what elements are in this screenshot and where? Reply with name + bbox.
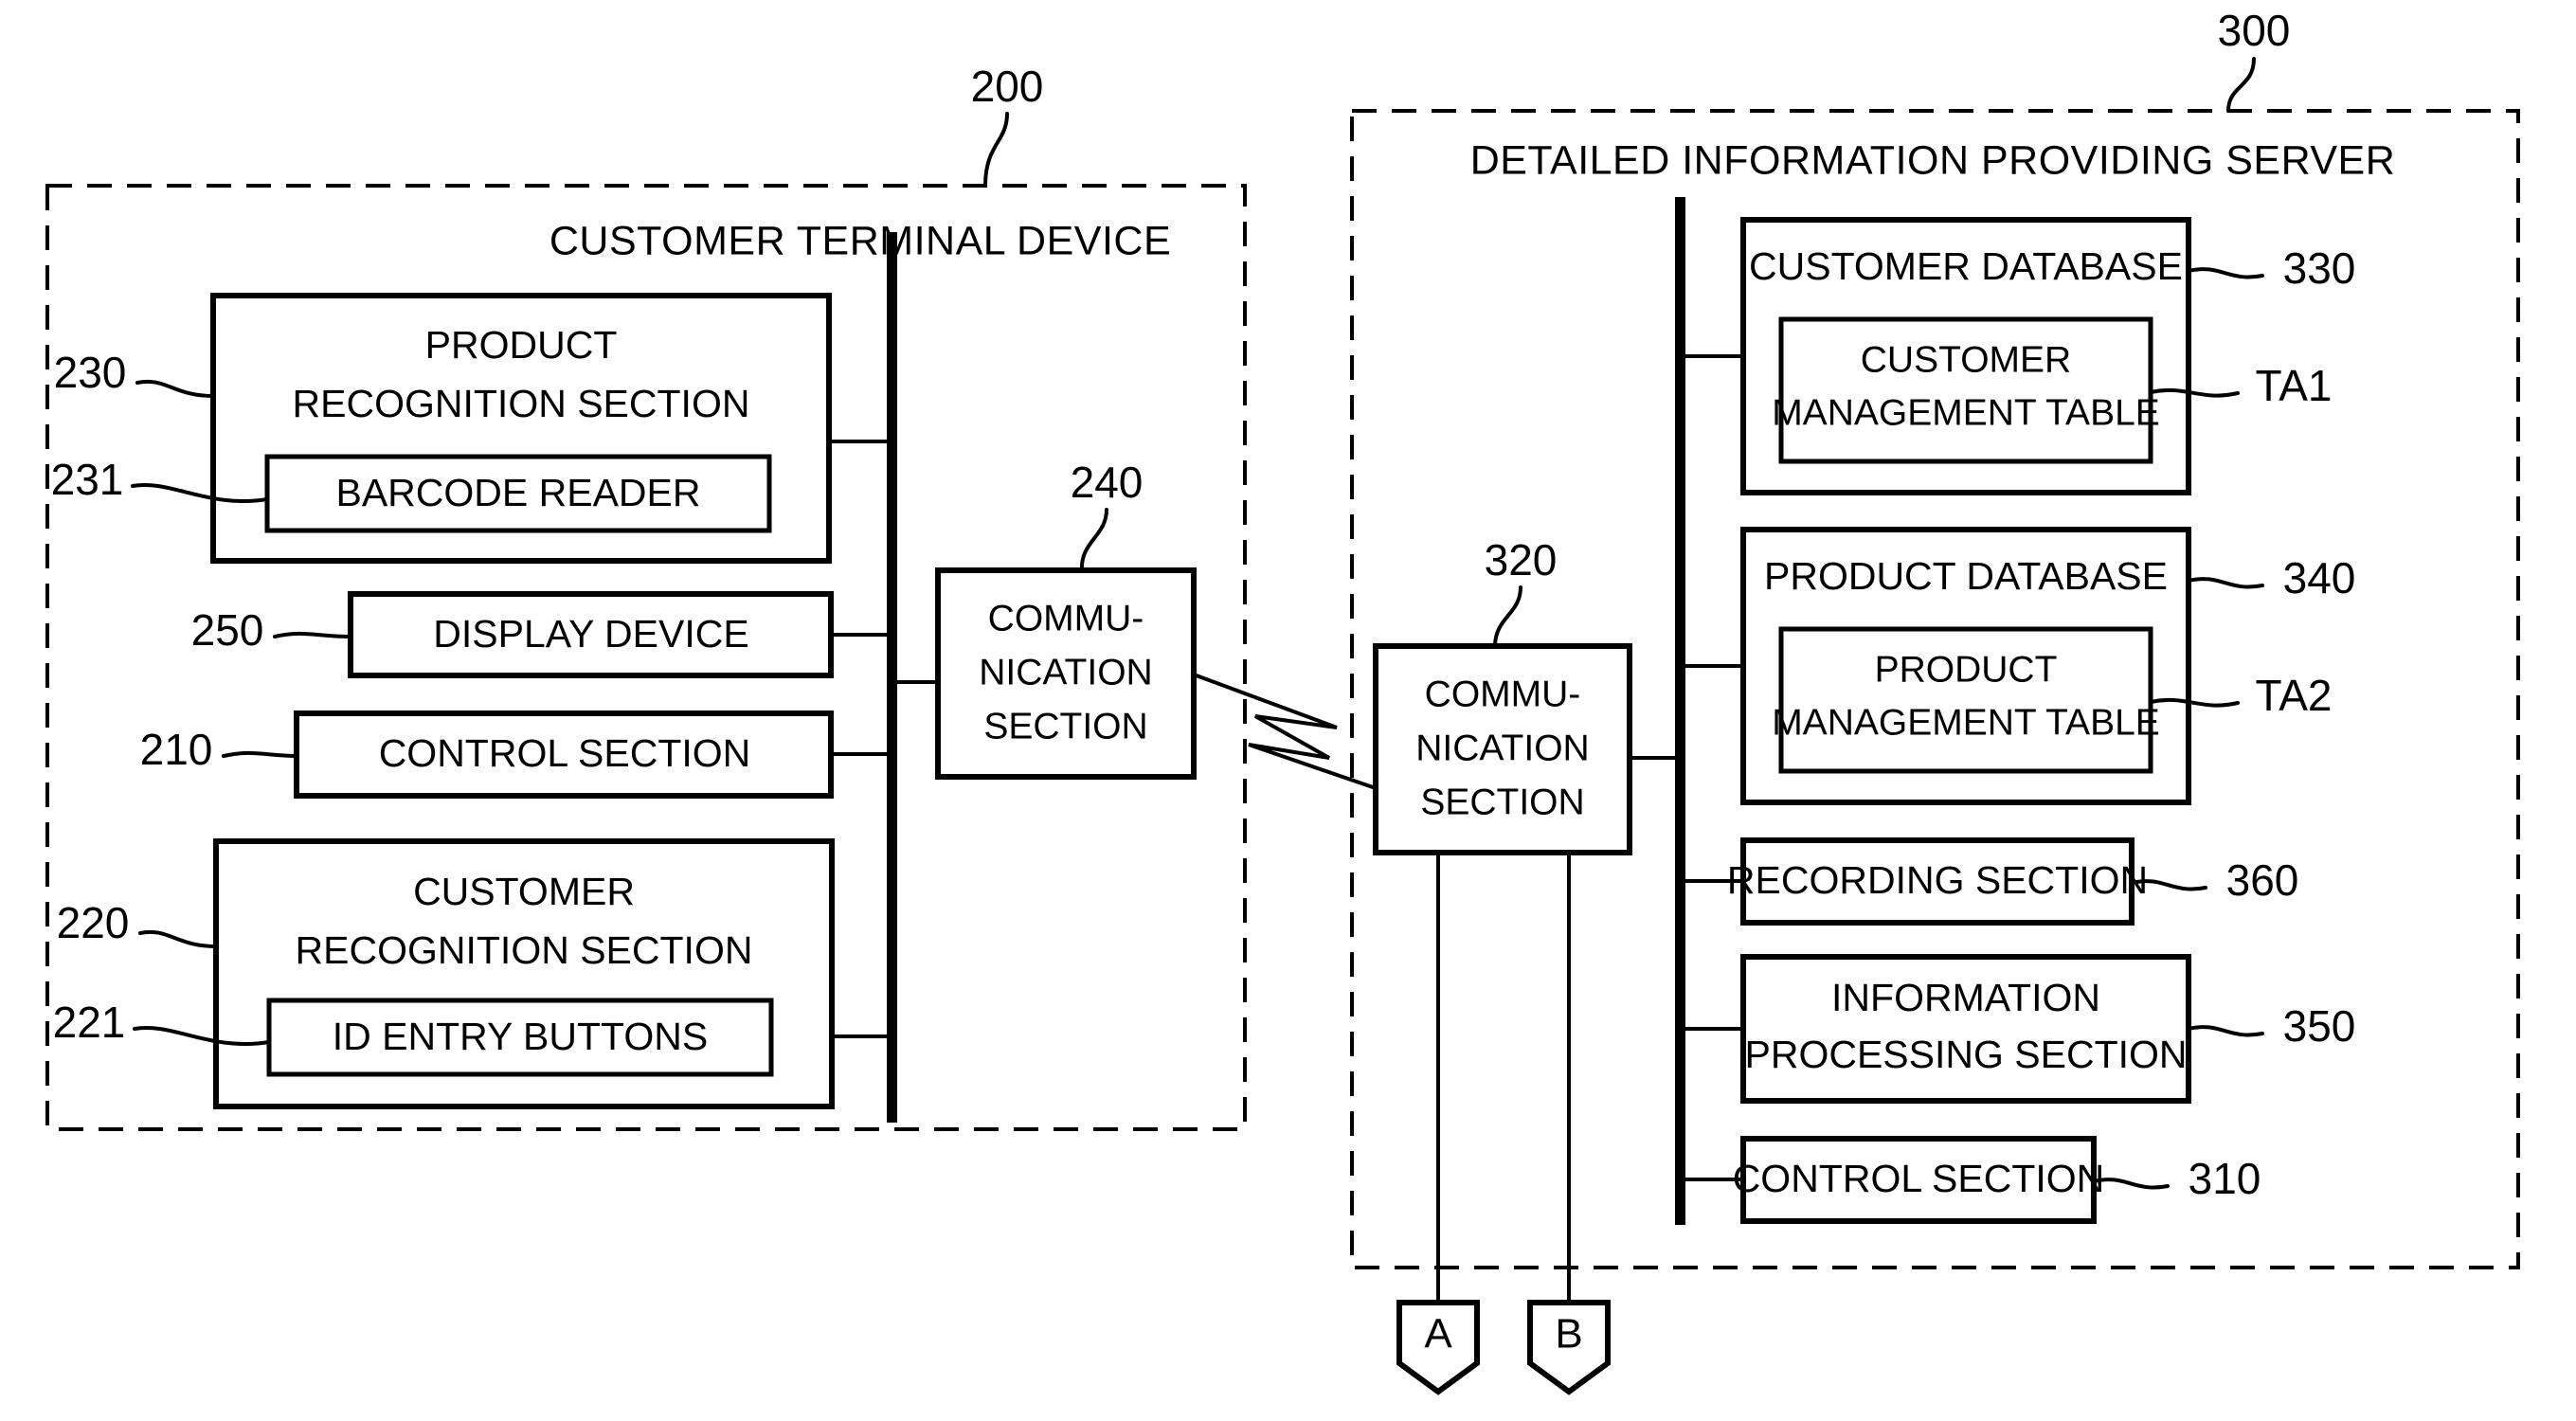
ref-300: 300 xyxy=(2218,6,2291,55)
ref-310: 310 xyxy=(2189,1154,2261,1203)
customer-database-label: CUSTOMER DATABASE xyxy=(1749,244,2183,288)
leader-line-300 xyxy=(2226,57,2256,113)
ref-231: 231 xyxy=(51,455,124,504)
product-recognition-label-line1: PRODUCT xyxy=(425,323,618,367)
connector-tag-a-letter: A xyxy=(1424,1311,1452,1358)
customer-management-table-line2: MANAGEMENT TABLE xyxy=(1772,392,2160,433)
diagram-canvas: 200 CUSTOMER TERMINAL DEVICE PRODUCT REC… xyxy=(45,6,2520,1395)
ref-350: 350 xyxy=(2283,1001,2356,1051)
product-management-table-line1: PRODUCT xyxy=(1875,649,2058,690)
ref-200: 200 xyxy=(971,62,1044,111)
ref-TA2: TA2 xyxy=(2256,671,2333,720)
terminal-bus-bar xyxy=(887,232,897,1123)
customer-recognition-label-line1: CUSTOMER xyxy=(413,870,635,913)
patent-figure: 200 CUSTOMER TERMINAL DEVICE PRODUCT REC… xyxy=(0,0,2576,1421)
ref-240: 240 xyxy=(1071,458,1144,507)
leader-line-350 xyxy=(2187,1025,2264,1037)
barcode-reader-label: BARCODE READER xyxy=(335,471,700,514)
connector-tag-a[interactable]: A xyxy=(1396,1300,1480,1395)
leader-line-320 xyxy=(1493,585,1522,648)
display-device-label: DISPLAY DEVICE xyxy=(433,612,748,656)
leader-line-230 xyxy=(135,379,215,398)
information-processing-label-line1: INFORMATION xyxy=(1831,976,2100,1019)
customer-management-table-line1: CUSTOMER xyxy=(1861,339,2071,380)
leader-line-310 xyxy=(2092,1178,2170,1190)
leader-line-250 xyxy=(273,631,352,639)
server-bus-bar xyxy=(1675,197,1685,1225)
leader-line-220 xyxy=(138,929,218,948)
product-management-table-line2: MANAGEMENT TABLE xyxy=(1772,702,2160,743)
recording-section-label: RECORDING SECTION xyxy=(1727,858,2148,902)
terminal-control-section-label: CONTROL SECTION xyxy=(379,731,751,775)
server-comm-label-line3: SECTION xyxy=(1420,782,1584,822)
information-processing-label-line2: PROCESSING SECTION xyxy=(1744,1033,2187,1076)
detailed-information-server-title: DETAILED INFORMATION PROVIDING SERVER xyxy=(1470,137,2396,183)
server-control-section-label: CONTROL SECTION xyxy=(1733,1157,2105,1200)
ref-221: 221 xyxy=(53,998,126,1047)
ref-330: 330 xyxy=(2283,243,2356,293)
id-entry-buttons-label: ID ENTRY BUTTONS xyxy=(333,1015,708,1058)
connector-tag-b[interactable]: B xyxy=(1527,1300,1611,1395)
ref-360: 360 xyxy=(2226,855,2299,905)
leader-line-200 xyxy=(983,112,1009,188)
connector-tag-b-letter: B xyxy=(1555,1311,1582,1358)
terminal-comm-label-line1: COMMU- xyxy=(988,598,1144,639)
wireless-link-lightning-bolt-icon xyxy=(1193,673,1377,790)
ref-250: 250 xyxy=(191,605,264,655)
server-comm-label-line1: COMMU- xyxy=(1425,674,1581,714)
customer-recognition-label-line2: RECOGNITION SECTION xyxy=(296,928,753,972)
customer-terminal-title: CUSTOMER TERMINAL DEVICE xyxy=(549,218,1171,263)
terminal-comm-label-line2: NICATION xyxy=(979,652,1152,693)
leader-line-340 xyxy=(2187,577,2264,589)
leader-line-210 xyxy=(222,750,298,758)
ref-TA1: TA1 xyxy=(2256,361,2333,410)
ref-210: 210 xyxy=(140,725,213,774)
ref-340: 340 xyxy=(2283,553,2356,603)
ref-220: 220 xyxy=(57,898,130,947)
leader-line-330 xyxy=(2187,267,2264,279)
product-database-label: PRODUCT DATABASE xyxy=(1764,554,2168,598)
product-recognition-label-line2: RECOGNITION SECTION xyxy=(293,382,750,425)
server-comm-label-line2: NICATION xyxy=(1415,728,1589,768)
leader-line-240 xyxy=(1079,508,1108,572)
ref-230: 230 xyxy=(54,348,127,397)
ref-320: 320 xyxy=(1485,535,1558,585)
terminal-comm-label-line3: SECTION xyxy=(983,706,1147,746)
